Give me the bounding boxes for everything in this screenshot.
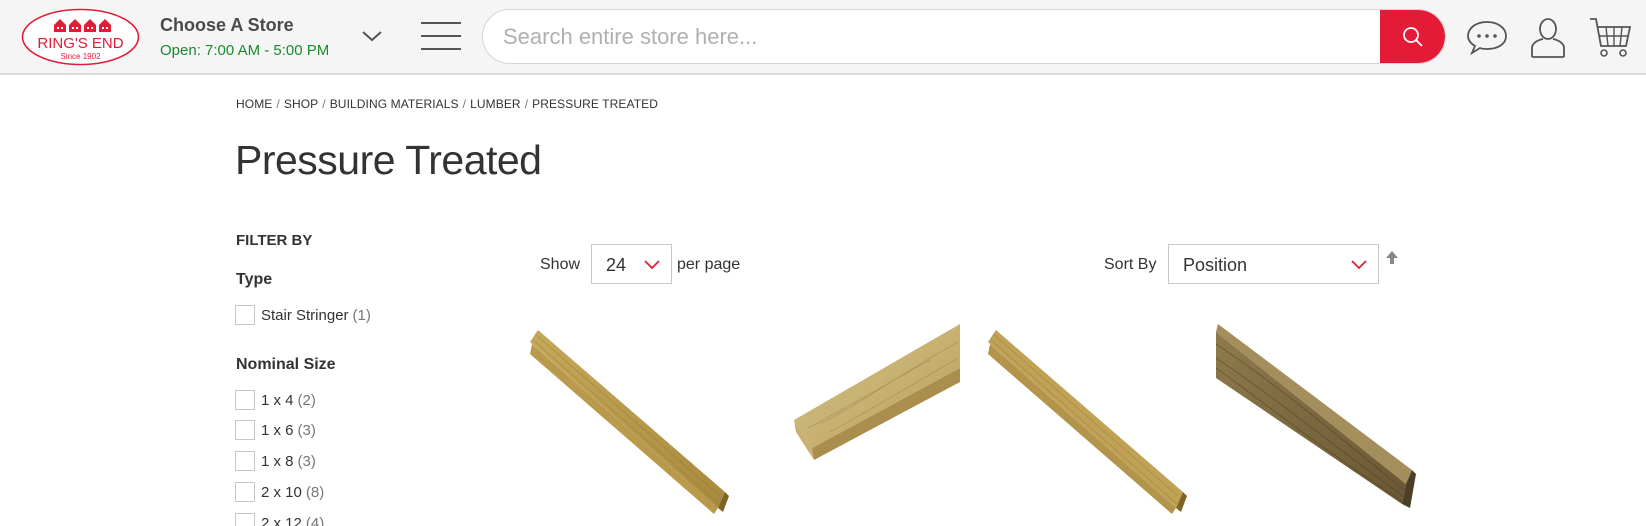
store-selector[interactable]: Choose A Store Open: 7:00 AM - 5:00 PM <box>160 15 329 59</box>
product-image-lumber-board[interactable] <box>1216 324 1416 526</box>
sort-value: Position <box>1183 255 1248 275</box>
filter-option[interactable]: 2 x 10 (8) <box>235 481 324 503</box>
site-header: RING'S END Since 1902 Choose A Store Ope… <box>0 0 1646 75</box>
search-icon <box>1402 26 1423 47</box>
search-input[interactable] <box>503 10 1323 63</box>
logo-tagline: Since 1902 <box>60 52 101 61</box>
cart-icon[interactable] <box>1588 16 1632 60</box>
product-image-lumber-board[interactable] <box>530 324 730 526</box>
menu-icon[interactable] <box>420 20 462 52</box>
filter-option-count: (8) <box>305 483 325 501</box>
page-title: Pressure Treated <box>235 137 542 183</box>
filter-option-label: 1 x 8 <box>261 452 294 470</box>
search-button[interactable] <box>1380 10 1445 63</box>
breadcrumb-building-materials[interactable]: BUILDING MATERIALS <box>330 97 459 111</box>
breadcrumb-home[interactable]: HOME <box>236 97 272 111</box>
filter-option-count: (3) <box>297 421 316 439</box>
filter-group-type-title[interactable]: Type <box>236 271 272 289</box>
chevron-down-icon[interactable] <box>360 28 384 44</box>
filter-checkbox[interactable] <box>235 482 255 502</box>
filter-checkbox[interactable] <box>235 513 255 526</box>
filter-option-count: (2) <box>297 391 316 409</box>
filter-checkbox[interactable] <box>235 451 255 471</box>
filter-option-label: Stair Stringer <box>261 306 349 324</box>
filter-option[interactable]: 1 x 8 (3) <box>235 450 316 472</box>
filter-option-label: 2 x 10 <box>261 483 302 501</box>
sort-select[interactable]: Position <box>1168 244 1379 284</box>
filter-option-count: (1) <box>352 306 371 324</box>
breadcrumb-separator: / <box>322 97 326 111</box>
breadcrumb-separator: / <box>524 97 529 111</box>
chat-icon[interactable] <box>1465 16 1509 60</box>
per-page-select[interactable]: 24 <box>591 244 672 284</box>
filter-checkbox[interactable] <box>235 305 255 325</box>
filter-option[interactable]: Stair Stringer (1) <box>235 304 371 326</box>
breadcrumb-lumber[interactable]: LUMBER <box>470 97 521 111</box>
per-page-label: per page <box>677 256 741 273</box>
filter-option[interactable]: 1 x 4 (2) <box>235 389 316 411</box>
per-page-value: 24 <box>606 255 627 275</box>
breadcrumb: HOME / SHOP / BUILDING MATERIALS / LUMBER / PRES… <box>236 97 658 111</box>
product-image-lumber-board[interactable] <box>988 324 1188 526</box>
filter-option-label: 1 x 6 <box>261 421 294 439</box>
filter-checkbox[interactable] <box>235 390 255 410</box>
sort-direction-arrow-icon[interactable] <box>1385 250 1399 266</box>
filter-option[interactable]: 1 x 6 (3) <box>235 419 316 441</box>
rings-end-logo[interactable]: RING'S END Since 1902 <box>21 8 140 66</box>
breadcrumb-shop[interactable]: SHOP <box>284 97 318 111</box>
account-icon[interactable] <box>1526 16 1570 60</box>
filter-checkbox[interactable] <box>235 420 255 440</box>
filter-option-count: (4) <box>305 514 325 526</box>
breadcrumb-separator: / <box>462 97 467 111</box>
filter-group-nominal-size-title[interactable]: Nominal Size <box>236 356 336 374</box>
show-label: Show <box>540 256 581 273</box>
store-hours: Open: 7:00 AM - 5:00 PM <box>160 42 330 59</box>
filter-option-count: (3) <box>297 452 316 470</box>
filter-option-label: 1 x 4 <box>261 391 294 409</box>
filter-option-label: 2 x 12 <box>261 514 302 526</box>
filter-heading: FILTER BY <box>236 232 313 249</box>
breadcrumb-current: PRESSURE TREATED <box>532 97 658 111</box>
store-title: Choose A Store <box>160 15 294 35</box>
search-bar <box>482 9 1446 64</box>
chevron-down-icon <box>644 260 660 270</box>
logo-name: RING'S END <box>37 35 123 52</box>
sort-by-label: Sort By <box>1104 256 1157 273</box>
filter-option[interactable]: 2 x 12 (4) <box>235 512 324 526</box>
breadcrumb-separator: / <box>276 97 280 111</box>
product-image-lumber-board[interactable] <box>760 324 960 526</box>
chevron-down-icon <box>1351 260 1367 270</box>
